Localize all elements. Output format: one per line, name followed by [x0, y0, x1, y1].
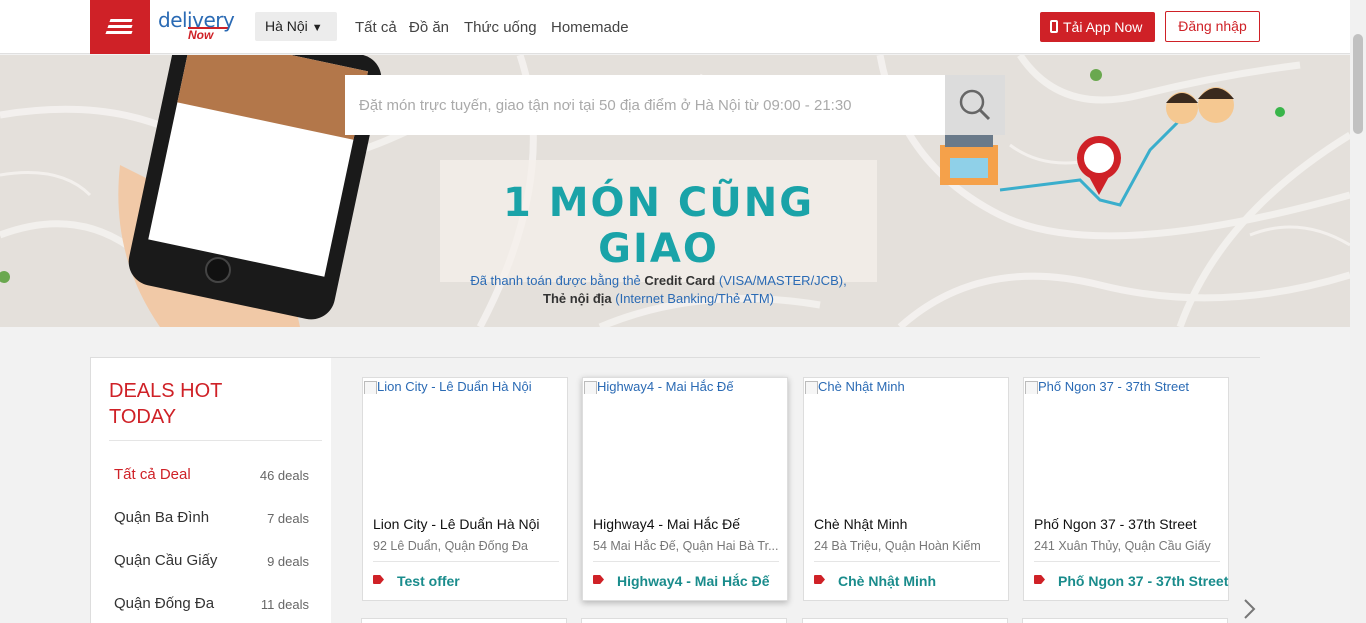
deal-image[interactable]: Highway4 - Mai Hắc Đế: [583, 379, 783, 394]
promo-line2-a: Thẻ nội địa: [543, 291, 612, 306]
sidebar-item-label: Quận Cầu Giấy: [114, 552, 218, 569]
divider: [814, 561, 1000, 562]
deal-address: 54 Mai Hắc Đế, Quận Hai Bà Tr...: [593, 539, 779, 553]
sidebar-title: DEALS HOT TODAY: [109, 378, 222, 430]
deals-section: DEALS HOT TODAY Tất cả Deal 46 deals Quậ…: [90, 357, 1261, 623]
divider: [109, 440, 322, 441]
nav-food[interactable]: Đồ ăn: [409, 19, 449, 36]
sidebar-item-label: Quận Đống Đa: [114, 595, 215, 612]
deal-card[interactable]: [581, 618, 787, 623]
promo-line1-c: (VISA/MASTER/JCB),: [718, 273, 847, 288]
search-input[interactable]: [345, 75, 945, 135]
deal-address: 92 Lê Duẩn, Quận Đống Đa: [373, 539, 528, 553]
deals-sidebar: DEALS HOT TODAY Tất cả Deal 46 deals Quậ…: [91, 358, 331, 623]
promo-line2-b: (Internet Banking/Thẻ ATM): [615, 291, 774, 306]
deal-name[interactable]: Chè Nhật Minh: [814, 516, 1004, 532]
deal-offer[interactable]: Test offer: [397, 573, 460, 589]
deal-name[interactable]: Phố Ngon 37 - 37th Street: [1034, 516, 1224, 532]
download-app-button[interactable]: Tải App Now: [1040, 12, 1155, 42]
download-app-label: Tải App Now: [1063, 19, 1143, 35]
nav-drinks[interactable]: Thức uống: [464, 19, 537, 36]
sidebar-item-all[interactable]: Tất cả Deal 46 deals: [114, 466, 309, 483]
deal-image[interactable]: Lion City - Lê Duẩn Hà Nội: [363, 379, 563, 394]
sidebar-item-count: 11 deals: [260, 597, 309, 612]
deal-address: 24 Bà Triệu, Quận Hoàn Kiếm: [814, 539, 981, 553]
top-header: delivery Now Hà Nội ▼ Tất cả Đồ ăn Thức u…: [0, 0, 1350, 54]
deal-card[interactable]: Highway4 - Mai Hắc Đế Highway4 - Mai Hắc…: [582, 377, 788, 601]
brand-logo[interactable]: delivery Now: [158, 8, 235, 41]
sidebar-title-line1: DEALS HOT: [109, 380, 223, 402]
hero-banner: 1 MÓN CŨNG GIAO Đã thanh toán được bằng …: [0, 55, 1350, 327]
sidebar-item-label: Tất cả Deal: [114, 466, 191, 483]
promo-line1: Đã thanh toán được bằng thẻ Credit Card …: [440, 272, 877, 290]
promo-title: 1 MÓN CŨNG GIAO: [502, 180, 815, 272]
chevron-right-icon[interactable]: [1242, 598, 1256, 623]
search-icon: [959, 89, 991, 121]
delivery-pin-icon: [1077, 136, 1121, 195]
page-scrollbar[interactable]: [1350, 0, 1366, 623]
tag-icon: [1034, 575, 1045, 584]
nav-all[interactable]: Tất cả: [355, 19, 397, 36]
divider: [373, 561, 559, 562]
deal-image[interactable]: Chè Nhật Minh: [804, 379, 1004, 394]
deal-offer[interactable]: Chè Nhật Minh: [838, 573, 936, 589]
tag-icon: [593, 575, 604, 584]
sidebar-item-cau-giay[interactable]: Quận Cầu Giấy 9 deals: [114, 552, 309, 569]
deals-grid: Lion City - Lê Duẩn Hà Nội Lion City - L…: [331, 358, 1261, 623]
phone-icon: [1050, 20, 1058, 33]
deal-offer[interactable]: Highway4 - Mai Hắc Đế: [617, 573, 770, 589]
customers-icon: [1166, 87, 1234, 124]
deal-card[interactable]: [802, 618, 1008, 623]
promo-line1-b: Credit Card: [644, 273, 716, 288]
scrollbar-thumb[interactable]: [1353, 34, 1363, 134]
city-value: Hà Nội: [265, 18, 308, 34]
deal-offer[interactable]: Phố Ngon 37 - 37th Street: [1058, 573, 1228, 589]
tag-icon: [373, 575, 384, 584]
menu-logo-icon[interactable]: [90, 0, 150, 54]
divider: [1034, 561, 1220, 562]
sidebar-item-count: 9 deals: [267, 554, 309, 569]
deal-card[interactable]: Lion City - Lê Duẩn Hà Nội Lion City - L…: [362, 377, 568, 601]
tag-icon: [814, 575, 825, 584]
deal-card[interactable]: Phố Ngon 37 - 37th Street Phố Ngon 37 - …: [1023, 377, 1229, 601]
search-button[interactable]: [945, 75, 1005, 135]
promo-line2: Thẻ nội địa (Internet Banking/Thẻ ATM): [440, 290, 877, 308]
deal-card[interactable]: [1022, 618, 1228, 623]
sidebar-item-count: 7 deals: [267, 511, 309, 526]
city-select[interactable]: Hà Nội ▼: [255, 12, 337, 41]
login-button[interactable]: Đăng nhập: [1165, 11, 1260, 42]
deal-card[interactable]: [361, 618, 567, 623]
promo-line1-a: Đã thanh toán được bằng thẻ: [470, 273, 641, 288]
deal-image[interactable]: Phố Ngon 37 - 37th Street: [1024, 379, 1224, 394]
nav-homemade[interactable]: Homemade: [551, 19, 629, 36]
sidebar-item-dong-da[interactable]: Quận Đống Đa 11 deals: [114, 595, 309, 612]
deal-name[interactable]: Highway4 - Mai Hắc Đế: [593, 516, 783, 532]
sidebar-item-ba-dinh[interactable]: Quận Ba Đình 7 deals: [114, 509, 309, 526]
promo-box: 1 MÓN CŨNG GIAO Đã thanh toán được bằng …: [440, 160, 877, 306]
caret-down-icon: ▼: [311, 22, 323, 34]
deal-card[interactable]: Chè Nhật Minh Chè Nhật Minh 24 Bà Triệu,…: [803, 377, 1009, 601]
deal-name[interactable]: Lion City - Lê Duẩn Hà Nội: [373, 516, 563, 532]
sidebar-item-count: 46 deals: [259, 468, 309, 483]
logo-line1: delivery: [158, 8, 235, 32]
store-icon: [940, 135, 998, 185]
deal-address: 241 Xuân Thủy, Quận Cầu Giấy: [1034, 539, 1211, 553]
sidebar-title-line2: TODAY: [109, 406, 177, 428]
sidebar-item-label: Quận Ba Đình: [114, 509, 210, 526]
divider: [593, 561, 779, 562]
